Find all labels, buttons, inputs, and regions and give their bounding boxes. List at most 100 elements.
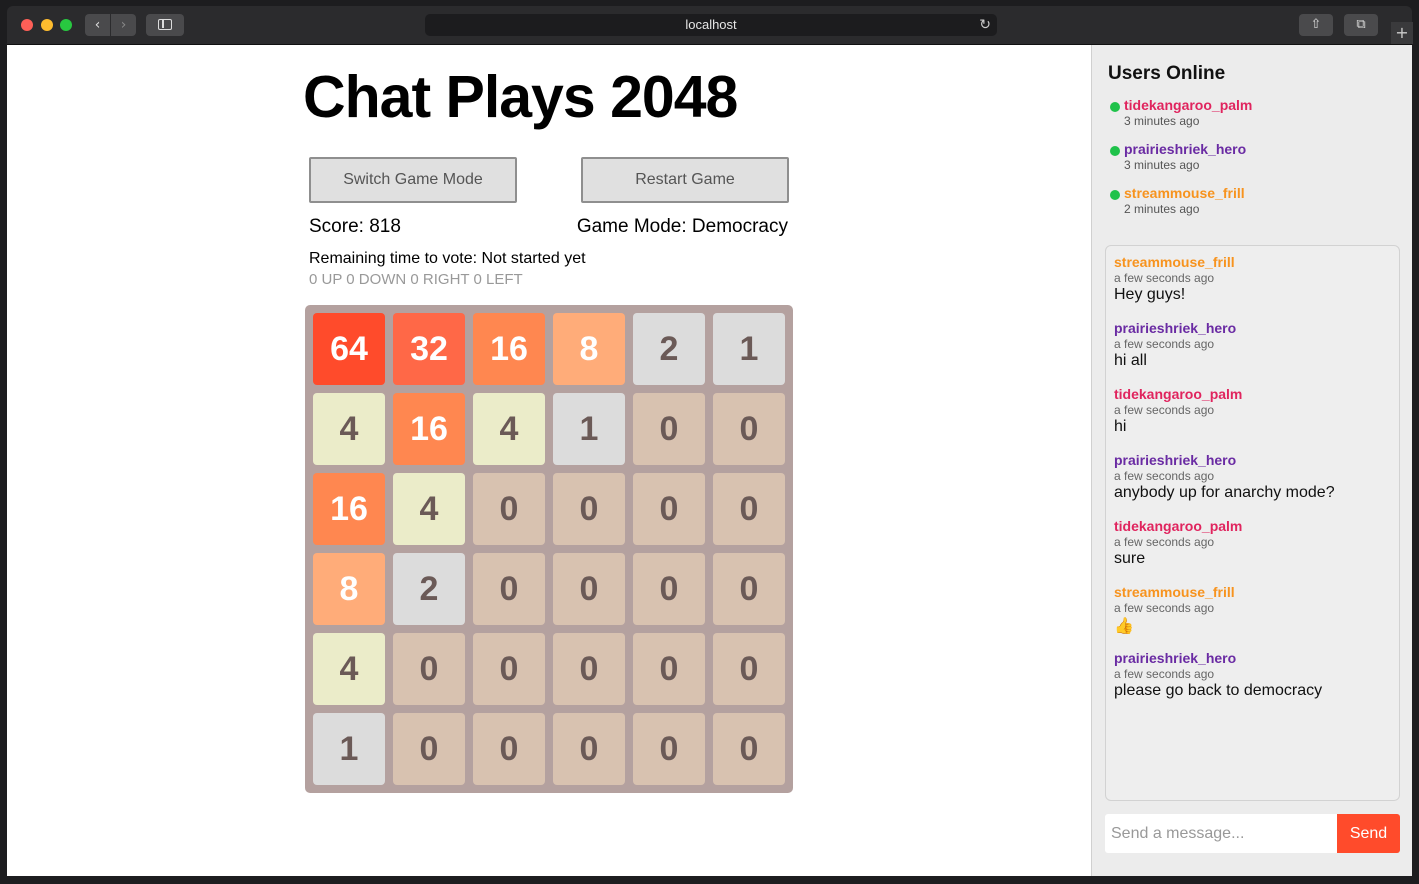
chat-message: streammouse_frill a few seconds ago Hey gu… — [1114, 254, 1235, 304]
board-tile: 0 — [713, 713, 785, 785]
message-author: prairieshriek_hero — [1114, 650, 1237, 666]
reload-icon[interactable]: ↻ — [979, 14, 991, 36]
message-text: hi all — [1114, 352, 1147, 369]
board-tile: 2 — [633, 313, 705, 385]
game-board: 64 32 16 8 2 1 4 16 4 1 0 0 16 4 0 0 0 0 8 2 0 0 0 0 4 0 0 0 0 0 1 0 0 0 0… — [305, 305, 793, 793]
close-window-button[interactable] — [21, 19, 33, 31]
zoom-window-button[interactable] — [60, 19, 72, 31]
tabs-icon: ⧉ — [1356, 17, 1366, 32]
board-tile: 32 — [393, 313, 465, 385]
message-text: sure — [1114, 550, 1146, 567]
message-text: Hey guys! — [1114, 286, 1186, 303]
board-tile: 0 — [393, 633, 465, 705]
board-tile: 0 — [713, 473, 785, 545]
message-text: please go back to democracy — [1114, 682, 1323, 699]
board-tile: 0 — [553, 473, 625, 545]
board-tile: 0 — [633, 633, 705, 705]
message-timestamp: a few seconds ago — [1114, 337, 1215, 351]
sidebar-icon — [158, 19, 172, 30]
user-last-seen: 3 minutes ago — [1124, 114, 1200, 128]
restart-game-button[interactable]: Restart Game — [581, 157, 789, 203]
board-tile: 8 — [553, 313, 625, 385]
message-author: prairieshriek_hero — [1114, 452, 1237, 468]
chevron-right-icon: › — [120, 17, 127, 33]
board-tile: 64 — [313, 313, 385, 385]
online-status-icon — [1110, 146, 1120, 156]
vote-timer: Remaining time to vote: Not started yet — [309, 250, 586, 267]
browser-toolbar: ‹ › localhost ↻ ⇧ ⧉ + — [7, 6, 1413, 45]
board-tile: 0 — [633, 393, 705, 465]
chat-sidebar: Users Online tidekangaroo_palm 3 minutes … — [1091, 45, 1412, 876]
board-tile: 0 — [393, 713, 465, 785]
board-tile: 4 — [473, 393, 545, 465]
chat-message: tidekangaroo_palm a few seconds ago hi — [1114, 386, 1242, 436]
sidebar-toggle-button[interactable] — [146, 14, 184, 36]
chat-message: prairieshriek_hero a few seconds ago anybo… — [1114, 452, 1335, 502]
board-tile: 0 — [553, 713, 625, 785]
board-tile: 0 — [473, 473, 545, 545]
board-tile: 0 — [633, 553, 705, 625]
back-button[interactable]: ‹ — [85, 14, 110, 36]
chat-message: prairieshriek_hero a few seconds ago hi al… — [1114, 320, 1236, 370]
game-panel: Chat Plays 2048 Switch Game Mode Restart… — [7, 45, 1091, 876]
online-status-icon — [1110, 190, 1120, 200]
users-online-heading: Users Online — [1108, 63, 1226, 84]
message-timestamp: a few seconds ago — [1114, 469, 1215, 483]
message-timestamp: a few seconds ago — [1114, 403, 1215, 417]
board-tile: 0 — [713, 553, 785, 625]
message-author: tidekangaroo_palm — [1114, 518, 1243, 534]
address-bar[interactable]: localhost ↻ — [425, 14, 997, 36]
board-tile: 0 — [473, 553, 545, 625]
board-tile: 0 — [713, 393, 785, 465]
message-text: anybody up for anarchy mode? — [1114, 484, 1335, 501]
message-input[interactable] — [1105, 814, 1337, 853]
chat-message: tidekangaroo_palm a few seconds ago sure — [1114, 518, 1242, 568]
message-author: tidekangaroo_palm — [1114, 386, 1243, 402]
web-page: Chat Plays 2048 Switch Game Mode Restart… — [7, 45, 1412, 876]
board-tile: 0 — [713, 633, 785, 705]
user-last-seen: 3 minutes ago — [1124, 158, 1200, 172]
message-timestamp: a few seconds ago — [1114, 667, 1215, 681]
tab-overview-button[interactable]: ⧉ — [1344, 14, 1378, 36]
message-text: hi — [1114, 418, 1127, 435]
share-button[interactable]: ⇧ — [1299, 14, 1333, 36]
plus-icon: + — [1395, 23, 1409, 42]
game-mode-display: Game Mode: Democracy — [576, 216, 788, 237]
message-author: streammouse_frill — [1114, 584, 1235, 600]
board-tile: 1 — [713, 313, 785, 385]
board-tile: 0 — [473, 633, 545, 705]
vote-counts: 0 UP 0 DOWN 0 RIGHT 0 LEFT — [309, 271, 523, 288]
message-timestamp: a few seconds ago — [1114, 601, 1215, 615]
board-tile: 0 — [633, 713, 705, 785]
chevron-left-icon: ‹ — [94, 17, 101, 33]
message-text: 👍 — [1114, 618, 1134, 635]
new-tab-button[interactable]: + — [1391, 22, 1413, 44]
switch-game-mode-button[interactable]: Switch Game Mode — [309, 157, 517, 203]
board-tile: 0 — [473, 713, 545, 785]
board-tile: 0 — [553, 553, 625, 625]
user-name: prairieshriek_hero — [1124, 141, 1247, 157]
chat-message: streammouse_frill a few seconds ago 👍 — [1114, 584, 1235, 636]
message-author: streammouse_frill — [1114, 254, 1235, 270]
message-timestamp: a few seconds ago — [1114, 271, 1215, 285]
chat-message: prairieshriek_hero a few seconds ago pleas… — [1114, 650, 1322, 700]
board-tile: 2 — [393, 553, 465, 625]
board-tile: 1 — [313, 713, 385, 785]
board-tile: 4 — [313, 393, 385, 465]
score-display: Score: 818 — [309, 216, 401, 237]
board-tile: 0 — [633, 473, 705, 545]
url-text: localhost — [685, 17, 737, 32]
board-tile: 4 — [313, 633, 385, 705]
board-tile: 16 — [473, 313, 545, 385]
message-list[interactable]: streammouse_frill a few seconds ago Hey gu… — [1105, 245, 1400, 801]
board-tile: 16 — [393, 393, 465, 465]
message-timestamp: a few seconds ago — [1114, 535, 1215, 549]
send-button[interactable]: Send — [1337, 814, 1400, 853]
board-tile: 4 — [393, 473, 465, 545]
minimize-window-button[interactable] — [41, 19, 53, 31]
share-icon: ⇧ — [1310, 17, 1322, 32]
forward-button[interactable]: › — [111, 14, 136, 36]
board-tile: 8 — [313, 553, 385, 625]
online-status-icon — [1110, 102, 1120, 112]
board-tile: 0 — [553, 633, 625, 705]
